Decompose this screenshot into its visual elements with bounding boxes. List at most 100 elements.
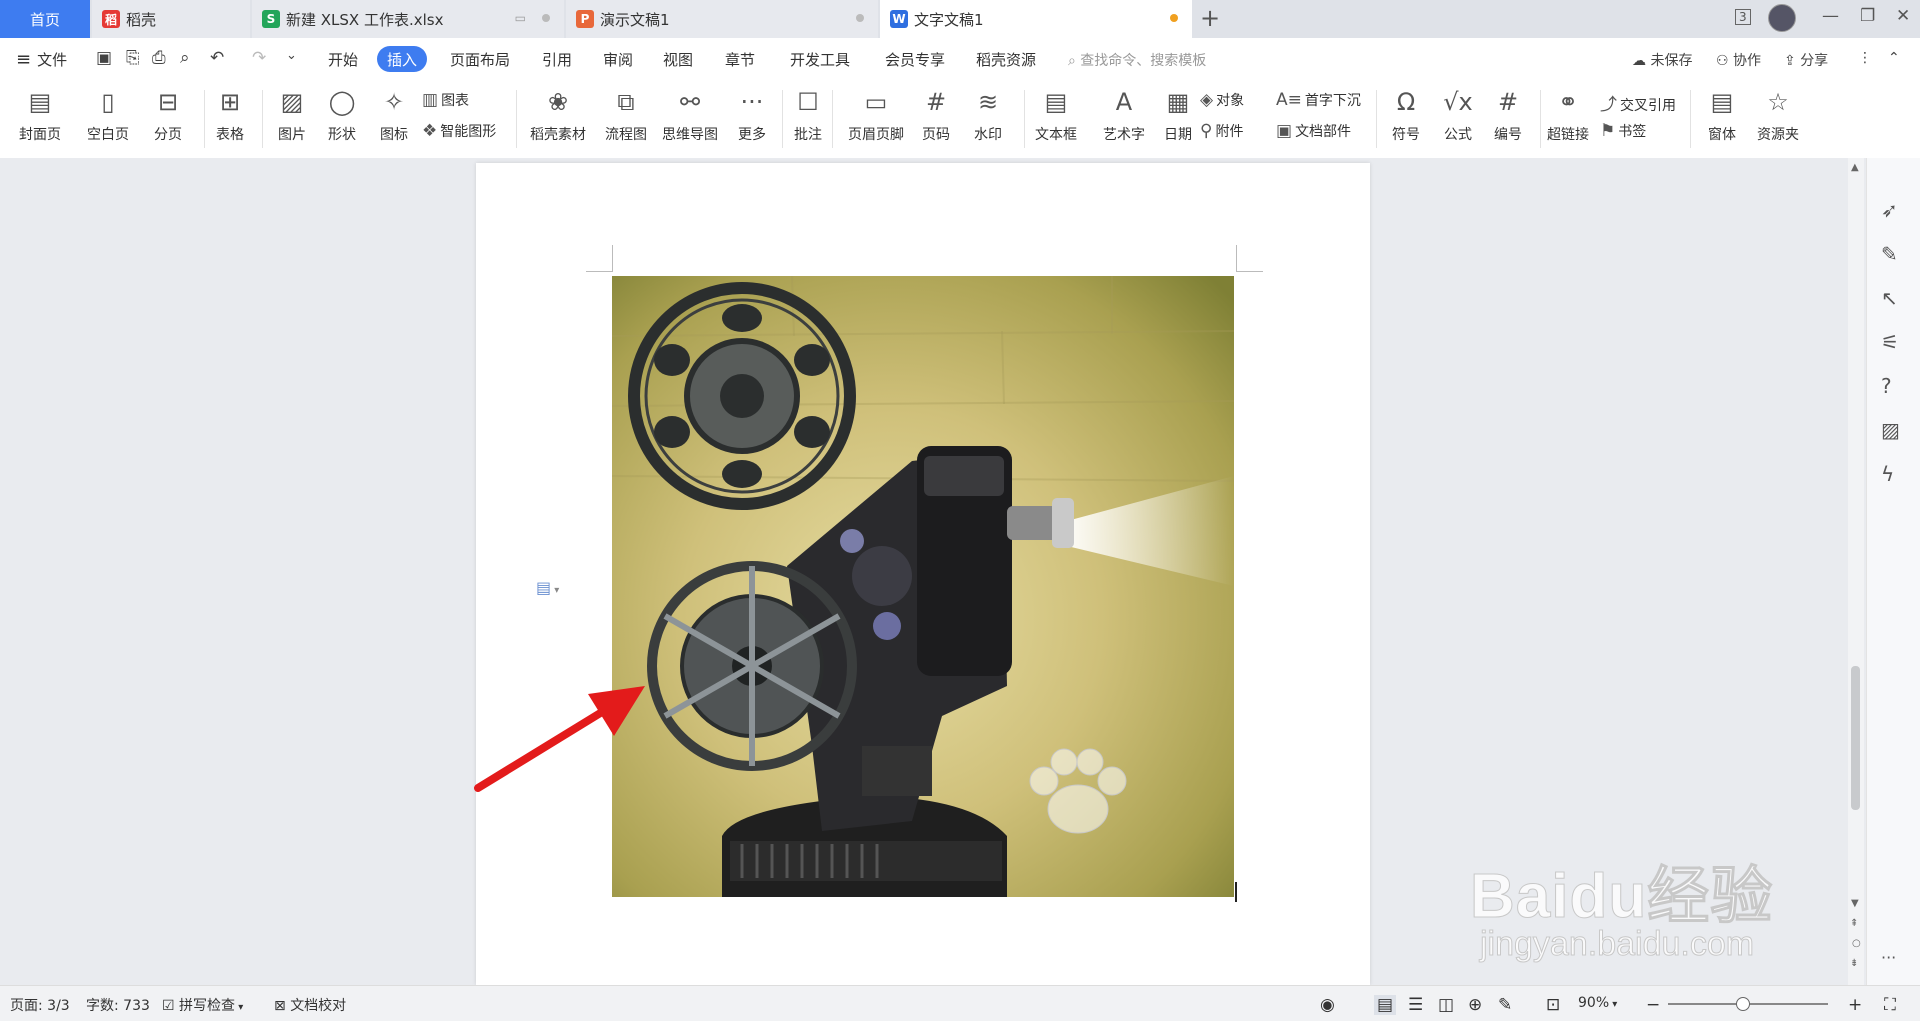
bookmark-button[interactable]: ⚑ 书签 <box>1600 121 1646 141</box>
menu-review[interactable]: 审阅 <box>603 38 633 80</box>
object-button[interactable]: ◈ 对象 <box>1200 90 1244 110</box>
tab-doc[interactable]: W 文字文稿1 <box>880 0 1192 38</box>
tab-xlsx[interactable]: S 新建 XLSX 工作表.xlsx ▭ <box>252 0 564 38</box>
save-icon[interactable]: ▣ <box>96 48 112 68</box>
zoom-out-icon[interactable]: − <box>1646 995 1660 1015</box>
date-button[interactable]: ▦ 日期 <box>1148 86 1208 144</box>
numbering-button[interactable]: # 编号 <box>1478 86 1538 144</box>
table-button[interactable]: ⊞ 表格 <box>200 86 260 144</box>
vertical-scrollbar[interactable]: ▲ ▼ ⇞ ○ ⇟ <box>1848 158 1864 985</box>
new-tab-button[interactable]: + <box>1200 4 1220 32</box>
tab-home[interactable]: 首页 <box>0 0 90 38</box>
chart-button[interactable]: ▥ 图表 <box>422 90 469 110</box>
menu-member[interactable]: 会员专享 <box>885 38 945 80</box>
tab-close-dot[interactable] <box>542 14 550 22</box>
form-button[interactable]: ▤ 窗体 <box>1692 86 1752 144</box>
textbox-button[interactable]: ▤ 文本框 <box>1026 86 1086 144</box>
scrollbar-thumb[interactable] <box>1851 666 1860 810</box>
page-indicator[interactable]: 页面: 3/3 <box>10 995 70 1015</box>
header-footer-button[interactable]: ▭ 页眉页脚 <box>846 86 906 144</box>
more-button[interactable]: ··· 更多 <box>722 86 782 144</box>
mindmap-button[interactable]: ⚯ 思维导图 <box>660 86 720 144</box>
more-options-icon[interactable]: ⋮ <box>1858 50 1872 66</box>
reading-view-icon[interactable]: ◫ <box>1438 995 1454 1015</box>
wordart-button[interactable]: A 艺术字 <box>1094 86 1154 144</box>
scroll-down-icon[interactable]: ▼ <box>1851 898 1859 909</box>
menu-daoke-resources[interactable]: 稻壳资源 <box>976 38 1036 80</box>
crossref-button[interactable]: ⤴ 交叉引用 <box>1600 90 1676 115</box>
comment-button[interactable]: ☐ 批注 <box>778 86 838 144</box>
command-search-input[interactable]: ⌕ 查找命令、搜索模板 <box>1068 50 1206 70</box>
share-button[interactable]: ⇪ 分享 <box>1784 50 1828 70</box>
window-count-badge[interactable]: 3 <box>1735 6 1751 26</box>
page-view-icon[interactable]: ▤ <box>1374 995 1397 1015</box>
collapse-ribbon-icon[interactable]: ⌃ <box>1888 50 1900 66</box>
document-proof-button[interactable]: ⊠ 文档校对 <box>274 995 346 1015</box>
browse-object-icon[interactable]: ○ <box>1852 938 1861 949</box>
write-view-icon[interactable]: ✎ <box>1498 995 1512 1015</box>
menu-page-layout[interactable]: 页面布局 <box>450 38 510 80</box>
more-dots-icon[interactable]: ··· <box>1881 948 1896 967</box>
eye-protection-icon[interactable]: ◉ <box>1320 995 1335 1015</box>
icon-button[interactable]: ✧ 图标 <box>364 86 424 144</box>
zoom-level-dropdown[interactable]: 90% ▾ <box>1578 995 1617 1011</box>
redo-icon[interactable]: ↷ <box>252 48 266 68</box>
next-page-icon[interactable]: ⇟ <box>1850 958 1858 969</box>
resources-button[interactable]: ☆ 资源夹 <box>1748 86 1808 144</box>
file-menu[interactable]: ≡ 文件 <box>16 38 67 80</box>
customize-quick-access-icon[interactable]: ⌄ <box>286 48 297 63</box>
minimize-icon[interactable]: — <box>1822 6 1839 26</box>
help-icon[interactable]: ? <box>1881 374 1892 398</box>
word-count[interactable]: 字数: 733 <box>86 995 150 1015</box>
zoom-in-icon[interactable]: + <box>1848 995 1862 1015</box>
tab-close-dot[interactable] <box>856 14 864 22</box>
unsaved-status[interactable]: ☁ 未保存 <box>1632 50 1692 70</box>
page-break-button[interactable]: ⊟ 分页 <box>138 86 198 144</box>
menu-view[interactable]: 视图 <box>663 38 693 80</box>
export-pdf-icon[interactable]: ⎘ <box>126 48 140 68</box>
scroll-up-icon[interactable]: ▲ <box>1851 162 1859 173</box>
print-preview-icon[interactable]: ⌕ <box>180 48 190 68</box>
restore-icon[interactable]: ❐ <box>1860 6 1875 26</box>
menu-developer[interactable]: 开发工具 <box>790 38 850 80</box>
unsaved-dot[interactable] <box>1170 14 1178 22</box>
blank-page-button[interactable]: ▯ 空白页 <box>78 86 138 144</box>
hyperlink-button[interactable]: ⚭ 超链接 <box>1538 86 1598 144</box>
close-icon[interactable]: ✕ <box>1896 6 1910 26</box>
fullscreen-icon[interactable]: ⛶ <box>1884 995 1896 1015</box>
smartart-button[interactable]: ❖ 智能图形 <box>422 121 496 141</box>
page-number-button[interactable]: # 页码 <box>906 86 966 144</box>
menu-insert[interactable]: 插入 <box>377 46 428 72</box>
docparts-button[interactable]: ▣ 文档部件 <box>1276 121 1351 141</box>
menu-chapter[interactable]: 章节 <box>725 38 755 80</box>
undo-icon[interactable]: ↶ <box>210 48 224 68</box>
print-icon[interactable]: ⎙ <box>152 48 166 68</box>
shape-button[interactable]: ◯ 形状 <box>312 86 372 144</box>
avatar[interactable] <box>1768 4 1796 37</box>
fit-page-icon[interactable]: ⊡ <box>1546 995 1560 1015</box>
watermark-button[interactable]: ≋ 水印 <box>958 86 1018 144</box>
tab-ppt[interactable]: P 演示文稿1 <box>566 0 878 38</box>
spellcheck-toggle[interactable]: ☑ 拼写检查 ▾ <box>162 995 243 1015</box>
pointer-icon[interactable]: ↖ <box>1881 286 1898 310</box>
outline-view-icon[interactable]: ☰ <box>1408 995 1423 1015</box>
rocket-icon[interactable]: ➶ <box>1881 198 1898 222</box>
inserted-projector-image[interactable] <box>612 276 1234 897</box>
collaborate-button[interactable]: ⚇ 协作 <box>1716 50 1761 70</box>
zoom-slider-handle[interactable] <box>1736 997 1750 1011</box>
pen-icon[interactable]: ✎ <box>1881 242 1898 266</box>
paste-options-icon[interactable]: ▤ ▾ <box>536 578 559 597</box>
daoke-material-button[interactable]: ❀ 稻壳素材 <box>528 86 588 144</box>
tab-daoke[interactable]: 稻 稻壳 <box>92 0 250 38</box>
symbol-button[interactable]: Ω 符号 <box>1376 86 1436 144</box>
web-view-icon[interactable]: ⊕ <box>1468 995 1482 1015</box>
picture-edit-icon[interactable]: ▨ <box>1881 418 1900 442</box>
menu-start[interactable]: 开始 <box>328 38 358 80</box>
flash-icon[interactable]: ϟ <box>1881 462 1894 486</box>
menu-references[interactable]: 引用 <box>542 38 572 80</box>
cover-page-button[interactable]: ▤ 封面页 <box>10 86 70 144</box>
settings-sliders-icon[interactable]: ⚟ <box>1881 330 1899 354</box>
flowchart-button[interactable]: ⧉ 流程图 <box>596 86 656 144</box>
dropcap-button[interactable]: A≡ 首字下沉 <box>1276 90 1361 110</box>
prev-page-icon[interactable]: ⇞ <box>1850 918 1858 929</box>
